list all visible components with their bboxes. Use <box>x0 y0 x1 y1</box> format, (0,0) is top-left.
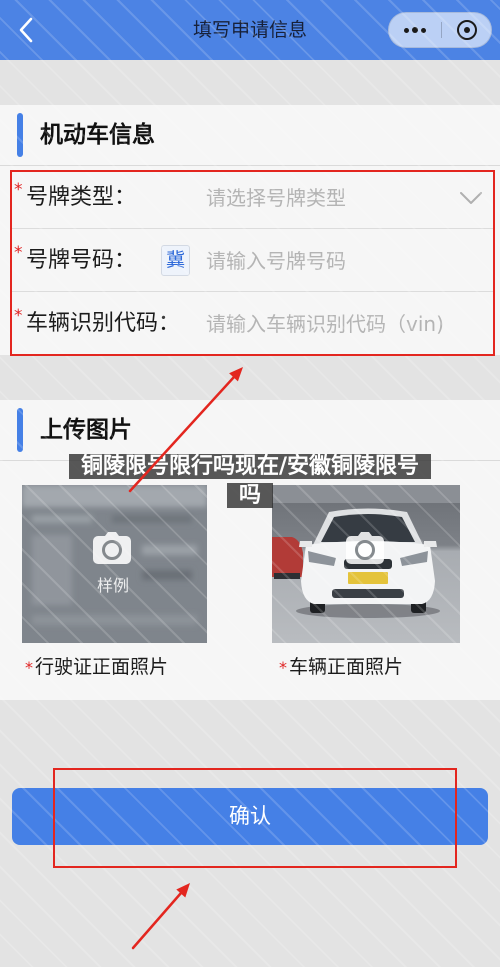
camera-icon <box>93 532 131 564</box>
section-accent-bar <box>17 408 23 452</box>
annotation-arrow-to-confirm <box>131 883 190 950</box>
back-button[interactable] <box>8 12 44 48</box>
plate-type-select[interactable]: * 号牌类型： 请选择号牌类型 <box>0 167 500 229</box>
vehicle-info-section: 机动车信息 * 号牌类型： 请选择号牌类型 * 号牌号码： 冀 * 车辆识别代码… <box>0 105 500 355</box>
vehicle-photo-upload[interactable] <box>272 485 460 643</box>
confirm-button[interactable]: 确认 <box>12 788 488 845</box>
camera-icon <box>346 532 384 564</box>
license-photo-upload[interactable]: 样例 <box>22 485 207 643</box>
more-dots-icon <box>404 27 426 33</box>
vin-input[interactable] <box>206 304 490 344</box>
caption-text: 行驶证正面照片 <box>35 656 169 678</box>
plate-number-row: * 号牌号码： 冀 <box>0 230 500 292</box>
required-mark: * <box>25 658 33 677</box>
sample-stamp-label: 样例 <box>97 576 130 595</box>
required-mark: * <box>279 658 287 677</box>
caption-text: 车辆正面照片 <box>289 656 404 678</box>
more-button[interactable] <box>389 13 441 47</box>
required-mark: * <box>14 306 23 326</box>
section-accent-bar <box>17 113 23 157</box>
section-divider <box>0 165 500 166</box>
province-prefix-selector[interactable]: 冀 <box>161 245 190 276</box>
required-mark: * <box>14 180 23 200</box>
required-mark: * <box>14 243 23 263</box>
target-circle-icon <box>457 20 477 40</box>
plate-number-label: 号牌号码： <box>26 248 137 273</box>
chevron-left-icon <box>19 17 33 43</box>
section-title-upload: 上传图片 <box>40 417 132 443</box>
section-divider <box>0 460 500 461</box>
section-title-vehicle: 机动车信息 <box>40 122 155 148</box>
top-nav-bar: 填写申请信息 <box>0 0 500 60</box>
close-button[interactable] <box>442 13 492 47</box>
vin-row: * 车辆识别代码： <box>0 293 500 355</box>
plate-type-label: 号牌类型： <box>26 185 137 210</box>
upload-photo-section: 上传图片 样例 * 行驶证正面照片 * 车辆正面照片 <box>0 400 500 700</box>
plate-type-placeholder: 请选择号牌类型 <box>206 186 346 210</box>
license-photo-caption: * 行驶证正面照片 <box>25 652 168 683</box>
mini-program-capsule <box>388 12 492 48</box>
plate-number-input[interactable] <box>206 241 490 281</box>
vehicle-photo-caption: * 车辆正面照片 <box>279 652 403 683</box>
page-title: 填写申请信息 <box>192 19 307 41</box>
vin-label: 车辆识别代码： <box>26 311 181 336</box>
chevron-down-icon <box>460 192 482 204</box>
